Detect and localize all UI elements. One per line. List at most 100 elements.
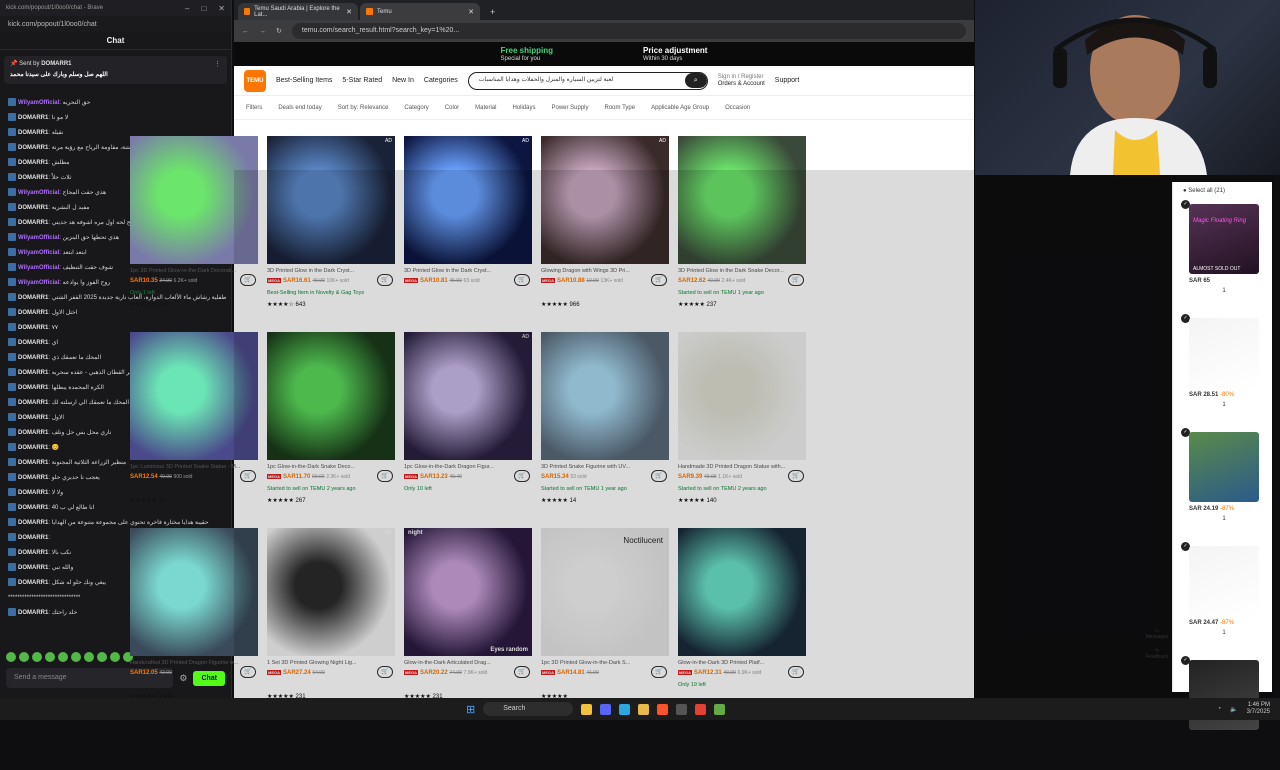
- emote-icon[interactable]: [84, 652, 94, 662]
- cart-item[interactable]: ✓ SAR 24.47 -87% 1: [1181, 542, 1259, 656]
- account-link[interactable]: Sign in / Register Orders & Account: [718, 74, 765, 88]
- emote-icon[interactable]: [32, 652, 42, 662]
- categories-dropdown[interactable]: Categories: [424, 77, 458, 84]
- support-link[interactable]: Support: [775, 77, 800, 84]
- chat-username[interactable]: WilyamOfficial: [18, 190, 59, 196]
- chat-username[interactable]: DOMARR1: [18, 505, 48, 511]
- search-icon[interactable]: ⌕: [684, 72, 707, 88]
- chat-username[interactable]: DOMARR1: [18, 295, 48, 301]
- cart-item-qty[interactable]: 1: [1189, 402, 1259, 408]
- chat-username[interactable]: DOMARR1: [18, 535, 48, 541]
- emote-icon[interactable]: [58, 652, 68, 662]
- chat-username[interactable]: DOMARR1: [18, 325, 48, 331]
- new-in-link[interactable]: New In: [392, 77, 414, 84]
- chat-username[interactable]: DOMARR1: [18, 130, 48, 136]
- emote-icon[interactable]: [110, 652, 120, 662]
- cart-item-qty[interactable]: 1: [1189, 516, 1259, 522]
- cart-item[interactable]: ✓ SAR 24.19 -87% 1: [1181, 428, 1259, 542]
- free-shipping-promo[interactable]: Free shipping Special for you: [501, 46, 553, 62]
- close-icon[interactable]: ✕: [218, 4, 225, 13]
- windows-start-icon[interactable]: ⊞: [466, 703, 475, 716]
- more-options-icon[interactable]: ⋮: [214, 60, 221, 68]
- emote-icon[interactable]: [45, 652, 55, 662]
- chat-username[interactable]: DOMARR1: [18, 370, 48, 376]
- cart-item-image[interactable]: [1189, 546, 1259, 616]
- chat-username[interactable]: DOMARR1: [18, 145, 48, 151]
- chat-username[interactable]: DOMARR1: [18, 520, 48, 526]
- wifi-icon[interactable]: ◔: [1218, 706, 1222, 712]
- filter-option[interactable]: Applicable Age Group: [651, 105, 709, 111]
- chat-username[interactable]: DOMARR1: [18, 355, 48, 361]
- select-all-checkbox[interactable]: ● Select all (21): [1173, 182, 1272, 200]
- chat-username[interactable]: DOMARR1: [18, 490, 48, 496]
- chrome-icon[interactable]: [695, 703, 707, 715]
- chat-url-bar[interactable]: kick.com/popout/1l0oo0/chat: [0, 16, 231, 32]
- clock[interactable]: 1:46 PM 3/7/2025: [1247, 702, 1270, 716]
- new-tab-icon[interactable]: +: [482, 7, 503, 20]
- chat-username[interactable]: WilyamOfficial: [18, 280, 59, 286]
- chat-username[interactable]: DOMARR1: [18, 445, 48, 451]
- cart-item-qty[interactable]: 1: [1189, 630, 1259, 636]
- close-tab-icon[interactable]: ✕: [468, 8, 474, 16]
- cart-item[interactable]: ✓ SAR 28.51 -80% 1: [1181, 314, 1259, 428]
- chat-username[interactable]: DOMARR1: [18, 610, 48, 616]
- chat-username[interactable]: DOMARR1: [18, 460, 48, 466]
- chat-username[interactable]: DOMARR1: [18, 310, 48, 316]
- maximize-icon[interactable]: □: [201, 4, 206, 13]
- filter-option[interactable]: Deals end today: [278, 105, 321, 111]
- emote-icon[interactable]: [71, 652, 81, 662]
- edge-icon[interactable]: [619, 703, 631, 715]
- forward-icon[interactable]: →: [259, 28, 266, 35]
- cart-item-image[interactable]: Magic Floating Ring ALMOST SOLD OUT: [1189, 204, 1259, 274]
- filter-option[interactable]: Color: [445, 105, 459, 111]
- chat-username[interactable]: DOMARR1: [18, 220, 48, 226]
- taskbar-search[interactable]: Search: [483, 702, 574, 716]
- cart-item-image[interactable]: [1189, 432, 1259, 502]
- reload-icon[interactable]: ↻: [276, 27, 282, 35]
- cart-item[interactable]: ✓ Magic Floating Ring ALMOST SOLD OUT SAR 6…: [1181, 200, 1259, 314]
- chat-username[interactable]: DOMARR1: [18, 580, 48, 586]
- chat-username[interactable]: DOMARR1: [18, 565, 48, 571]
- filter-option[interactable]: Material: [475, 105, 496, 111]
- chat-username[interactable]: WilyamOfficial: [18, 100, 59, 106]
- chat-username[interactable]: DOMARR1: [18, 400, 48, 406]
- emote-icon[interactable]: [97, 652, 107, 662]
- filter-option[interactable]: Sort by: Relevance: [338, 105, 389, 111]
- cart-item-image[interactable]: [1189, 318, 1259, 388]
- filter-option[interactable]: Category: [404, 105, 428, 111]
- chat-username[interactable]: WilyamOfficial: [18, 235, 59, 241]
- app-icon[interactable]: [714, 703, 726, 715]
- chat-username[interactable]: DOMARR1: [18, 430, 48, 436]
- folder-icon[interactable]: [638, 703, 650, 715]
- file-explorer-icon[interactable]: [581, 703, 593, 715]
- obs-icon[interactable]: [676, 703, 688, 715]
- tab-temu-saudi[interactable]: Temu Saudi Arabia | Explore the Lat... ✕: [238, 3, 358, 20]
- emote-icon[interactable]: [19, 652, 29, 662]
- cart-item-qty[interactable]: 1: [1189, 288, 1259, 294]
- chat-username[interactable]: DOMARR1: [18, 160, 48, 166]
- filter-option[interactable]: Filters: [246, 105, 262, 111]
- chat-username[interactable]: WilyamOfficial: [18, 250, 59, 256]
- feedback-button[interactable]: ✎ Feedback: [1145, 648, 1169, 660]
- filter-option[interactable]: Occasion: [725, 105, 750, 111]
- chat-username[interactable]: DOMARR1: [18, 415, 48, 421]
- minimize-icon[interactable]: –: [185, 4, 189, 13]
- discord-icon[interactable]: [600, 703, 612, 715]
- chat-username[interactable]: DOMARR1: [18, 340, 48, 346]
- promo-banner[interactable]: Free shipping Special for you Price adju…: [234, 42, 974, 66]
- back-icon[interactable]: ←: [242, 28, 249, 35]
- price-adjustment-promo[interactable]: Price adjustment Within 30 days: [643, 46, 707, 62]
- temu-logo[interactable]: TEMU: [244, 69, 266, 92]
- search-input[interactable]: لعبة لتزيين السيارة والمنزل والحفلات وهد…: [467, 71, 708, 90]
- filter-option[interactable]: Room Type: [605, 105, 636, 111]
- chat-username[interactable]: DOMARR1: [18, 475, 48, 481]
- emote-icon[interactable]: [6, 652, 16, 662]
- chat-username[interactable]: DOMARR1: [18, 550, 48, 556]
- volume-icon[interactable]: 🔈: [1230, 706, 1237, 713]
- chat-username[interactable]: DOMARR1: [18, 115, 48, 121]
- filter-option[interactable]: Power Supply: [551, 105, 588, 111]
- brave-icon[interactable]: [657, 703, 669, 715]
- messages-button[interactable]: ▭ Messages: [1145, 628, 1169, 640]
- chat-username[interactable]: DOMARR1: [18, 205, 48, 211]
- filter-option[interactable]: Holidays: [512, 105, 535, 111]
